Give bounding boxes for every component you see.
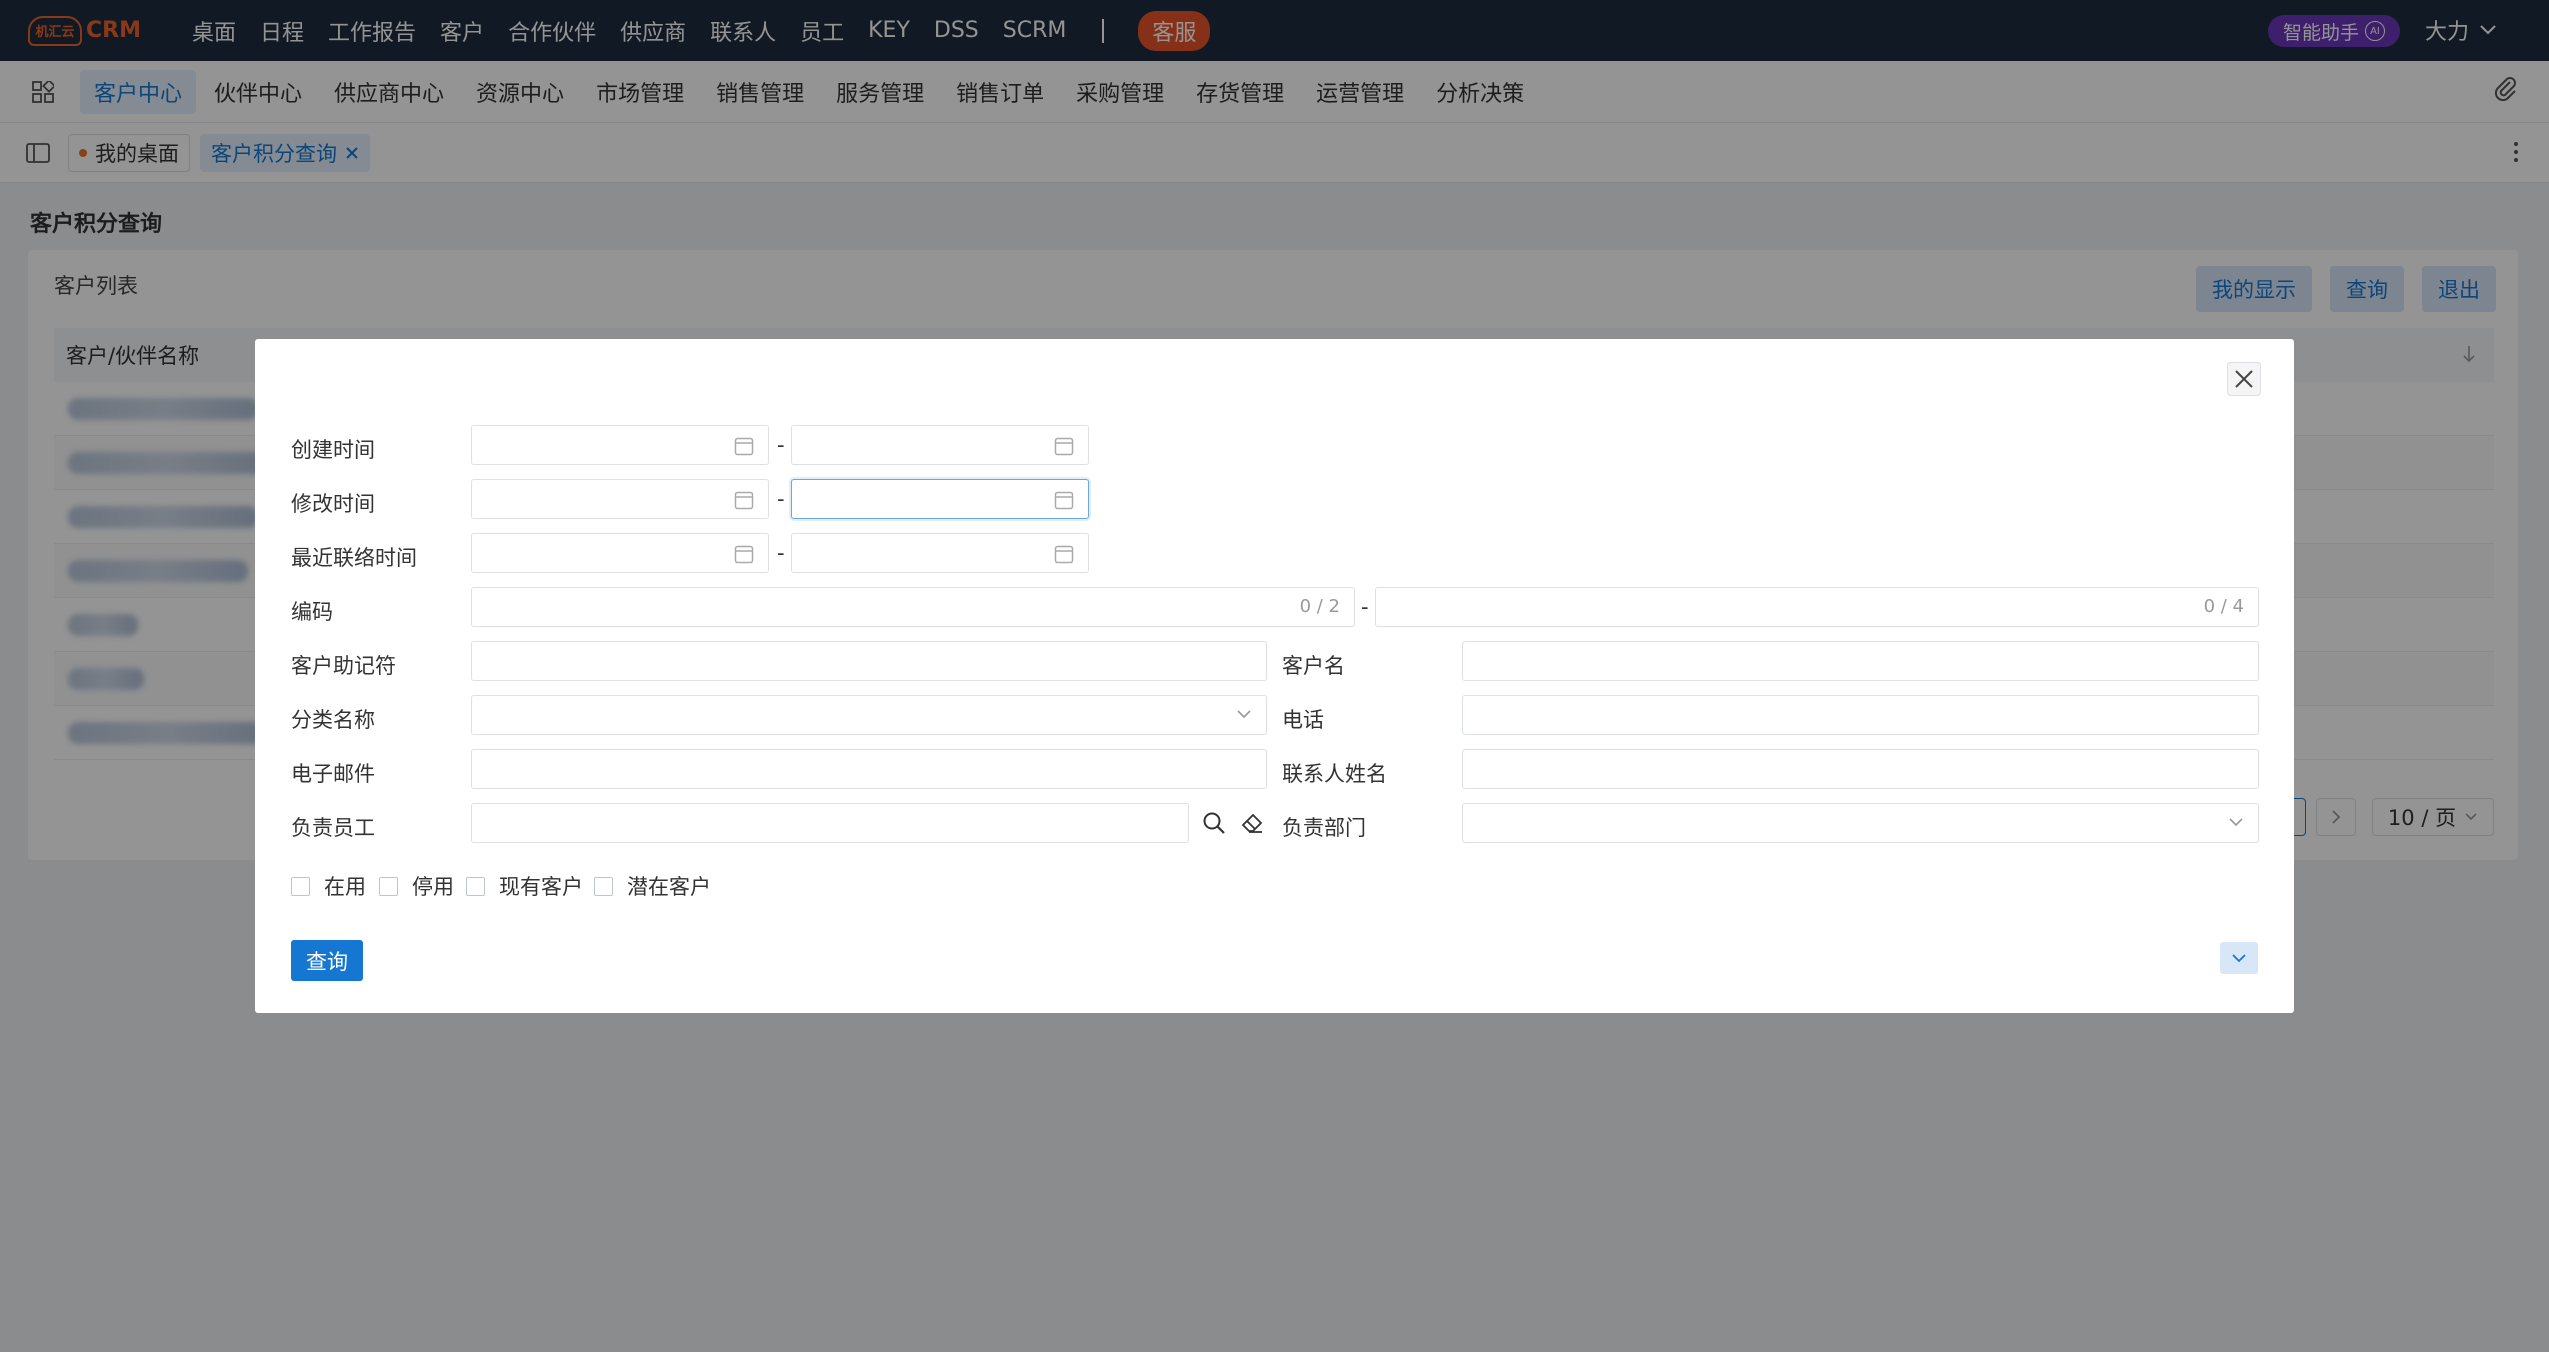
- customer-name-input[interactable]: [1462, 641, 2259, 681]
- checkbox-box[interactable]: [466, 876, 485, 896]
- label-contact-name: 联系人姓名: [1282, 762, 1387, 786]
- search-filter-dialog: 创建时间 - 修改时间 - 最近联络时间 - 编码 0 / 2 - 0 / 4 …: [255, 339, 2294, 1013]
- range-separator: -: [777, 487, 785, 511]
- email-input[interactable]: [471, 749, 1267, 789]
- label-last-contact-time: 最近联络时间: [291, 546, 417, 570]
- last-contact-from-date-input[interactable]: [471, 533, 769, 573]
- checkbox-box[interactable]: [594, 876, 613, 896]
- chevron-down-icon: [2228, 817, 2244, 827]
- last-contact-to-date-input[interactable]: [791, 533, 1089, 573]
- checkbox-box[interactable]: [291, 876, 310, 896]
- chevron-down-icon: [1236, 709, 1252, 719]
- label-responsible-employee: 负责员工: [291, 816, 375, 840]
- contact-name-input[interactable]: [1462, 749, 2259, 789]
- search-icon[interactable]: [1202, 811, 1226, 835]
- code-to-input[interactable]: 0 / 4: [1375, 587, 2259, 627]
- label-category: 分类名称: [291, 708, 375, 732]
- calendar-icon: [1054, 490, 1074, 510]
- created-from-date-input[interactable]: [471, 425, 769, 465]
- calendar-icon: [1054, 544, 1074, 564]
- checkbox-label: 停用: [412, 875, 454, 899]
- checkbox-label: 在用: [324, 875, 366, 899]
- mnemonic-input[interactable]: [471, 641, 1267, 681]
- checkbox-box[interactable]: [379, 876, 398, 896]
- phone-input[interactable]: [1462, 695, 2259, 735]
- calendar-icon: [734, 490, 754, 510]
- label-phone: 电话: [1282, 708, 1324, 732]
- category-select[interactable]: [471, 695, 1267, 735]
- created-to-date-input[interactable]: [791, 425, 1089, 465]
- label-modified-time: 修改时间: [291, 492, 375, 516]
- expand-filters-button[interactable]: [2220, 942, 2258, 974]
- checkbox-disabled[interactable]: 停用: [379, 871, 454, 901]
- char-counter: 0 / 2: [1299, 596, 1340, 617]
- calendar-icon: [734, 436, 754, 456]
- dialog-close-button[interactable]: [2227, 362, 2261, 396]
- responsible-department-select[interactable]: [1462, 803, 2259, 843]
- checkbox-label: 潜在客户: [627, 875, 711, 899]
- chevron-down-icon: [2232, 954, 2246, 963]
- checkbox-active[interactable]: 在用: [291, 871, 366, 901]
- eraser-icon[interactable]: [1240, 811, 1264, 835]
- range-separator: -: [777, 541, 785, 565]
- range-separator: -: [777, 433, 785, 457]
- calendar-icon: [734, 544, 754, 564]
- modified-from-date-input[interactable]: [471, 479, 769, 519]
- checkbox-label: 现有客户: [499, 875, 583, 899]
- close-icon: [2235, 370, 2253, 388]
- label-created-time: 创建时间: [291, 438, 375, 462]
- code-from-input[interactable]: 0 / 2: [471, 587, 1355, 627]
- checkbox-potential-customer[interactable]: 潜在客户: [594, 871, 711, 901]
- modified-to-date-input[interactable]: [791, 479, 1089, 519]
- label-customer-name: 客户名: [1282, 654, 1345, 678]
- calendar-icon: [1054, 436, 1074, 456]
- dialog-query-button[interactable]: 查询: [291, 940, 363, 981]
- label-responsible-department: 负责部门: [1282, 816, 1366, 840]
- char-counter: 0 / 4: [2203, 596, 2244, 617]
- label-mnemonic: 客户助记符: [291, 654, 396, 678]
- label-email: 电子邮件: [291, 762, 375, 786]
- label-code: 编码: [291, 600, 333, 624]
- checkbox-current-customer[interactable]: 现有客户: [466, 871, 583, 901]
- range-separator: -: [1361, 595, 1369, 619]
- responsible-employee-input[interactable]: [471, 803, 1189, 843]
